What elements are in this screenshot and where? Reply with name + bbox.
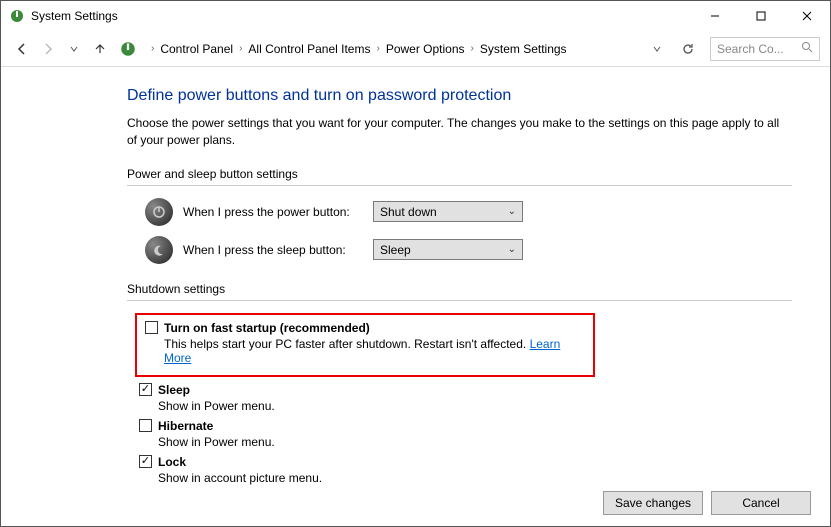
app-icon xyxy=(9,8,25,24)
hibernate-title: Hibernate xyxy=(158,419,213,433)
sleep-icon xyxy=(145,236,173,264)
forward-button[interactable] xyxy=(37,38,59,60)
divider xyxy=(127,185,792,186)
search-placeholder: Search Co... xyxy=(717,42,784,56)
lock-sub: Show in account picture menu. xyxy=(158,471,792,485)
fast-startup-title: Turn on fast startup (recommended) xyxy=(164,321,370,335)
section-shutdown-label: Shutdown settings xyxy=(127,282,792,296)
hibernate-sub: Show in Power menu. xyxy=(158,435,792,449)
fast-startup-checkbox[interactable] xyxy=(145,321,158,334)
fast-startup-sub: This helps start your PC faster after sh… xyxy=(164,337,585,365)
page-heading: Define power buttons and turn on passwor… xyxy=(127,87,792,105)
lock-checkbox[interactable] xyxy=(139,455,152,468)
chevron-down-icon: ⌄ xyxy=(508,206,516,217)
breadcrumb-icon xyxy=(119,40,137,58)
window-title: System Settings xyxy=(31,9,692,23)
up-button[interactable] xyxy=(89,38,111,60)
save-button[interactable]: Save changes xyxy=(603,491,703,515)
divider xyxy=(127,300,792,301)
maximize-button[interactable] xyxy=(738,1,784,31)
chevron-right-icon: › xyxy=(471,43,474,54)
power-button-value: Shut down xyxy=(380,205,437,219)
breadcrumb-item[interactable]: Control Panel xyxy=(160,42,233,56)
cancel-button[interactable]: Cancel xyxy=(711,491,811,515)
sleep-button-select[interactable]: Sleep ⌄ xyxy=(373,239,523,260)
sleep-checkbox[interactable] xyxy=(139,383,152,396)
close-button[interactable] xyxy=(784,1,830,31)
chevron-right-icon: › xyxy=(151,43,154,54)
hibernate-checkbox[interactable] xyxy=(139,419,152,432)
chevron-right-icon: › xyxy=(239,43,242,54)
highlighted-option: Turn on fast startup (recommended) This … xyxy=(135,313,595,377)
chevron-right-icon: › xyxy=(376,43,379,54)
page-description: Choose the power settings that you want … xyxy=(127,115,792,149)
breadcrumb-item[interactable]: Power Options xyxy=(386,42,465,56)
lock-title: Lock xyxy=(158,455,186,469)
sleep-button-label: When I press the sleep button: xyxy=(183,243,373,257)
sleep-sub: Show in Power menu. xyxy=(158,399,792,413)
sleep-title: Sleep xyxy=(158,383,190,397)
breadcrumb: › Control Panel › All Control Panel Item… xyxy=(145,42,642,56)
back-button[interactable] xyxy=(11,38,33,60)
chevron-down-icon: ⌄ xyxy=(508,244,516,255)
power-button-label: When I press the power button: xyxy=(183,205,373,219)
sleep-button-value: Sleep xyxy=(380,243,411,257)
power-button-select[interactable]: Shut down ⌄ xyxy=(373,201,523,222)
search-input[interactable]: Search Co... xyxy=(710,37,820,61)
address-dropdown-icon[interactable] xyxy=(646,38,668,60)
search-icon xyxy=(801,41,813,56)
breadcrumb-item[interactable]: All Control Panel Items xyxy=(248,42,370,56)
recent-dropdown-icon[interactable] xyxy=(63,38,85,60)
breadcrumb-item[interactable]: System Settings xyxy=(480,42,567,56)
section-power-sleep-label: Power and sleep button settings xyxy=(127,167,792,181)
refresh-button[interactable] xyxy=(678,39,698,59)
power-icon xyxy=(145,198,173,226)
minimize-button[interactable] xyxy=(692,1,738,31)
